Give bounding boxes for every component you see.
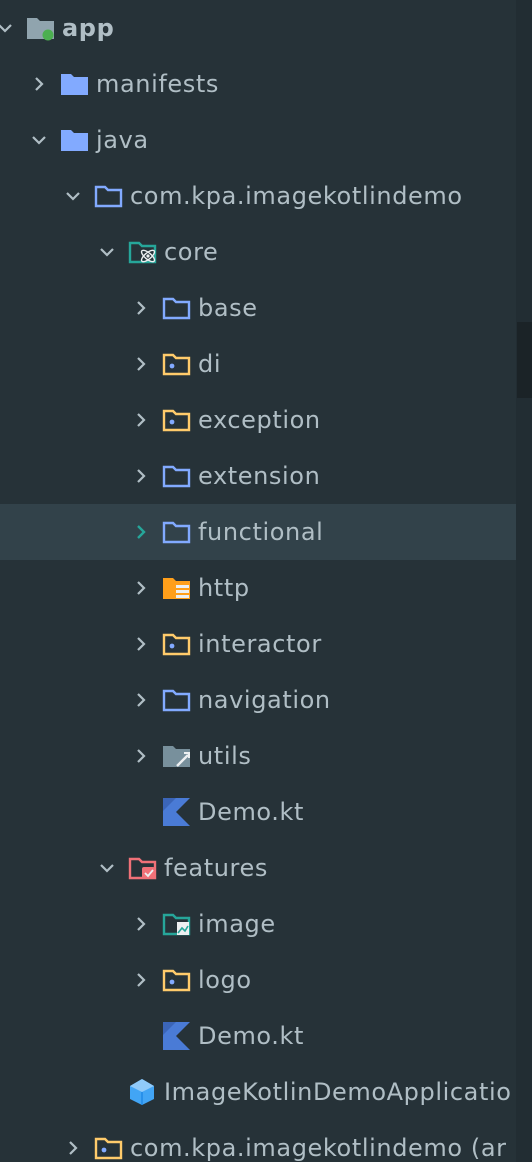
module-folder-icon (27, 18, 54, 41)
tree-row-label: Demo.kt (198, 798, 305, 826)
scrollbar-thumb[interactable] (517, 322, 532, 398)
chevron-right-icon[interactable] (130, 577, 152, 599)
tree-row-label: interactor (198, 630, 322, 658)
tree-row-label: ImageKotlinDemoApplicatio (164, 1078, 512, 1106)
tree-row-label: navigation (198, 686, 331, 714)
package-icon (162, 689, 191, 712)
tree-row-label: base (198, 294, 258, 322)
tree-row-extension[interactable]: extension (0, 448, 516, 504)
package-icon (162, 521, 191, 544)
core-package-icon (128, 241, 157, 264)
tree-row-http[interactable]: http (0, 560, 516, 616)
package-icon (162, 409, 191, 432)
tree-row-navigation[interactable]: navigation (0, 672, 516, 728)
tree-row-label: utils (198, 742, 252, 770)
package-icon (94, 1137, 123, 1160)
tree-row-app[interactable]: app (0, 0, 516, 56)
tree-row-label: core (164, 238, 219, 266)
chevron-down-icon[interactable] (96, 241, 118, 263)
tree-row-demo-kt[interactable]: Demo.kt (0, 1008, 516, 1064)
tree-row-functional[interactable]: functional (0, 504, 516, 560)
package-icon (162, 465, 191, 488)
chevron-down-icon[interactable] (28, 129, 50, 151)
tree-row-application-class[interactable]: ImageKotlinDemoApplicatio (0, 1064, 516, 1120)
tree-row-utils[interactable]: utils (0, 728, 516, 784)
source-folder-icon (61, 130, 88, 151)
tree-row-exception[interactable]: exception (0, 392, 516, 448)
folder-icon (61, 74, 88, 95)
image-package-icon (162, 913, 191, 936)
tree-row-label: extension (198, 462, 321, 490)
tree-row-label: manifests (96, 70, 219, 98)
tree-row-label: di (198, 350, 222, 378)
http-package-icon (163, 578, 190, 599)
kotlin-file-icon (163, 798, 190, 826)
tree-row-manifests[interactable]: manifests (0, 56, 516, 112)
chevron-right-icon[interactable] (130, 521, 152, 543)
tree-row-label: java (96, 126, 149, 154)
project-tree: app manifests java com.kpa.imagekotlinde… (0, 0, 516, 1162)
tree-row-label: Demo.kt (198, 1022, 305, 1050)
tree-row-label: logo (198, 966, 252, 994)
tree-row-label: com.kpa.imagekotlindemo (130, 182, 463, 210)
chevron-down-icon[interactable] (62, 185, 84, 207)
package-icon (94, 185, 123, 208)
tree-row-label: image (198, 910, 276, 938)
tree-row-logo[interactable]: logo (0, 952, 516, 1008)
chevron-right-icon[interactable] (130, 297, 152, 319)
package-icon (162, 633, 191, 656)
tree-row-label: app (62, 14, 115, 42)
chevron-right-icon[interactable] (130, 633, 152, 655)
package-icon (162, 297, 191, 320)
application-class-icon (130, 1079, 154, 1105)
tree-row-core[interactable]: core (0, 224, 516, 280)
tree-row-com-kpa-imagekotlindemo[interactable]: com.kpa.imagekotlindemo (0, 168, 516, 224)
chevron-right-icon[interactable] (130, 465, 152, 487)
chevron-right-icon[interactable] (130, 913, 152, 935)
tree-row-interactor[interactable]: interactor (0, 616, 516, 672)
tree-row-di[interactable]: di (0, 336, 516, 392)
chevron-right-icon[interactable] (130, 745, 152, 767)
tree-row-base[interactable]: base (0, 280, 516, 336)
chevron-right-icon[interactable] (130, 689, 152, 711)
chevron-right-icon[interactable] (28, 73, 50, 95)
tree-row-java[interactable]: java (0, 112, 516, 168)
package-icon (162, 969, 191, 992)
tree-row-label: http (198, 574, 250, 602)
chevron-right-icon[interactable] (130, 969, 152, 991)
features-package-icon (128, 857, 157, 880)
tree-row-label: features (164, 854, 268, 882)
tree-row-label: functional (198, 518, 324, 546)
chevron-right-icon[interactable] (62, 1137, 84, 1159)
tree-row-features[interactable]: features (0, 840, 516, 896)
tree-row-com-kpa-imagekotlindemo-test[interactable]: com.kpa.imagekotlindemo (ar (0, 1120, 516, 1162)
editor-gutter (516, 0, 532, 1162)
chevron-right-icon[interactable] (130, 409, 152, 431)
tree-row-image[interactable]: image (0, 896, 516, 952)
chevron-right-icon[interactable] (130, 353, 152, 375)
utils-folder-icon (163, 746, 190, 767)
tree-row-label: exception (198, 406, 321, 434)
chevron-down-icon[interactable] (0, 17, 16, 39)
tree-row-label: com.kpa.imagekotlindemo (ar (130, 1134, 507, 1162)
kotlin-file-icon (163, 1022, 190, 1050)
chevron-down-icon[interactable] (96, 857, 118, 879)
package-icon (162, 353, 191, 376)
tree-row-demo-kt[interactable]: Demo.kt (0, 784, 516, 840)
